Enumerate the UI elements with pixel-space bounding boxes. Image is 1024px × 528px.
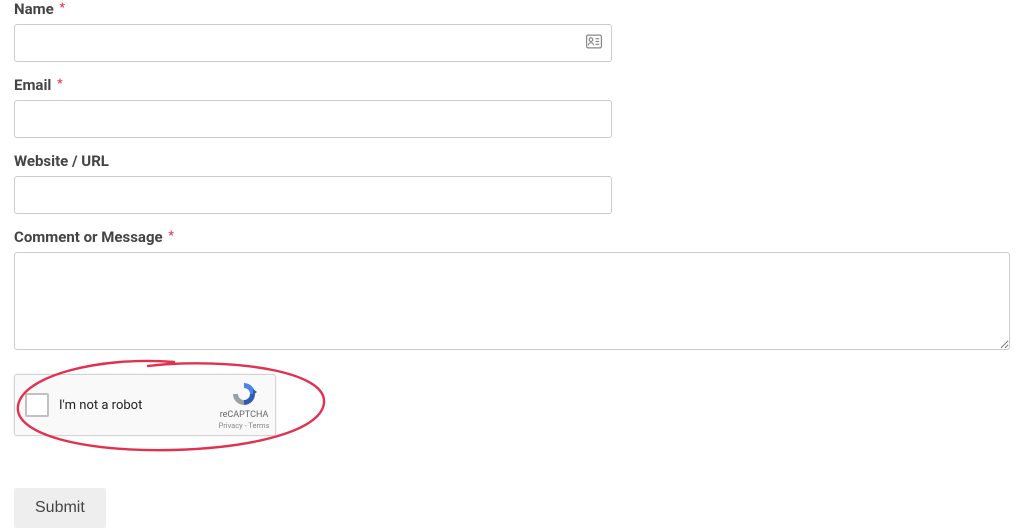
comment-label-text: Comment or Message	[14, 228, 163, 246]
submit-button[interactable]: Submit	[14, 488, 106, 528]
recaptcha-branding: reCAPTCHA Privacy - Terms	[213, 380, 275, 430]
captcha-row: I'm not a robot reCAPTCHA Privacy - Term…	[14, 374, 1010, 464]
website-label-text: Website / URL	[14, 152, 109, 170]
comment-label: Comment or Message *	[14, 228, 1010, 246]
email-label: Email *	[14, 76, 1010, 94]
website-input[interactable]	[14, 176, 612, 214]
recaptcha-icon	[230, 380, 258, 408]
website-label: Website / URL	[14, 152, 1010, 170]
name-label-text: Name	[14, 0, 54, 18]
email-field-group: Email *	[14, 76, 1010, 138]
website-field-group: Website / URL	[14, 152, 1010, 214]
recaptcha-checkbox[interactable]	[25, 393, 49, 417]
recaptcha-terms-link[interactable]: Terms	[248, 421, 269, 430]
required-mark: *	[168, 228, 173, 242]
email-input[interactable]	[14, 100, 612, 138]
comment-textarea[interactable]	[14, 252, 1010, 350]
name-label: Name *	[14, 0, 1010, 18]
contact-card-icon	[586, 34, 602, 53]
name-field-group: Name *	[14, 0, 1010, 62]
recaptcha-legal-links: Privacy - Terms	[213, 421, 275, 430]
name-input[interactable]	[14, 24, 612, 62]
required-mark: *	[59, 0, 64, 14]
recaptcha-privacy-link[interactable]: Privacy	[219, 421, 243, 430]
comment-field-group: Comment or Message *	[14, 228, 1010, 350]
required-mark: *	[57, 76, 62, 90]
recaptcha-label: I'm not a robot	[59, 398, 213, 413]
recaptcha-brand-text: reCAPTCHA	[213, 410, 275, 421]
name-input-wrap	[14, 24, 612, 62]
email-label-text: Email	[14, 76, 51, 94]
recaptcha-widget: I'm not a robot reCAPTCHA Privacy - Term…	[14, 374, 276, 436]
